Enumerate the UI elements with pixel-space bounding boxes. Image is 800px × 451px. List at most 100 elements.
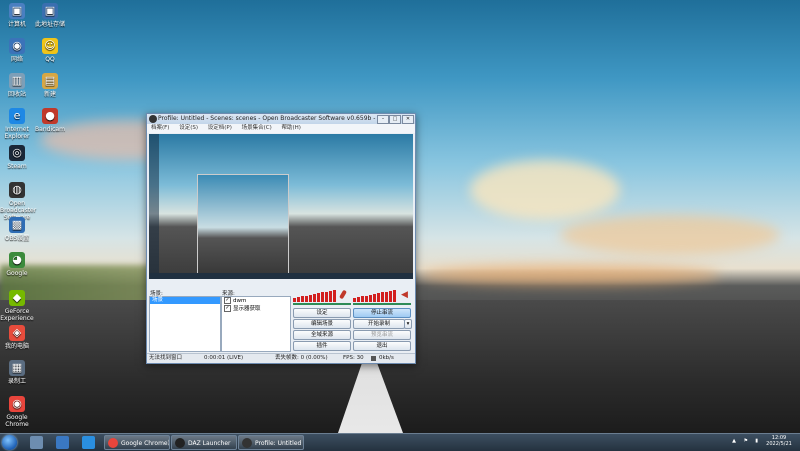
tray-network-icon[interactable]: ▮ [755,438,758,444]
scene-item[interactable]: 场景 [150,297,220,304]
status-time: 0:00:01 (LIVE) [204,355,244,361]
obs-titlebar[interactable]: Profile: Untitled - Scenes: scenes - Ope… [147,114,415,124]
meter-segment [317,293,320,302]
plugins-button[interactable]: 插件 [293,341,351,351]
stop-stream-button[interactable]: 停止串流 [353,308,411,318]
desktop-icon-label: 新建 [43,91,56,98]
cloud [420,265,720,285]
desktop-icon-glyph-icon: ◍ [9,182,25,198]
desktop-icon[interactable]: e Internet Explorer [0,108,34,140]
desktop-icon[interactable]: ◉ Google Chrome [0,396,34,428]
start-button[interactable] [2,435,17,450]
meter-segment [305,295,308,302]
desktop-icon-label: 此地址存储 [34,21,65,28]
status-message: 无法找到窗口 [149,355,183,361]
edit-scene-button[interactable]: 编辑场景 [293,319,351,329]
cloud [470,160,620,220]
obs-logo-icon [149,115,157,123]
desktop-icon[interactable]: ◆ GeForce Experience [0,290,34,322]
desktop-icon-glyph-icon: ☺ [42,38,58,54]
clock[interactable]: 12:09 2022/5/21 [762,435,796,447]
meter-segment [357,297,360,302]
meter-segment [329,290,332,302]
menu-settings[interactable]: 设定(S) [179,125,198,131]
start-record-button[interactable]: 开始录制 [353,319,405,329]
checkbox-icon[interactable]: ✓ [224,305,231,312]
desktop-icon[interactable]: ▣ 计算机 [0,3,34,28]
record-dropdown-button[interactable]: ▾ [404,319,412,329]
checkbox-icon[interactable]: ✓ [224,297,231,304]
meter-segment [365,295,368,302]
global-sources-button[interactable]: 全域来源 [293,330,351,340]
obs-window[interactable]: Profile: Untitled - Scenes: scenes - Ope… [146,113,416,364]
desktop-icon-glyph-icon: ◆ [9,290,25,306]
desktop-icon-glyph-icon: ▦ [9,360,25,376]
desktop-icon[interactable]: ▤ 新建 [33,73,67,98]
desktop-icon-label: Google [6,270,28,277]
desktop-icon[interactable]: ◈ 我的电脑 [0,325,34,350]
taskbar: Google Chrome浏览器 DAZ Launcher Profile: Unt… [0,433,800,451]
ie-pin-icon[interactable] [82,436,95,449]
meter-segment [333,290,336,302]
menu-file[interactable]: 档案(F) [151,125,169,131]
scenes-list[interactable]: 场景 [149,296,221,352]
exit-button[interactable]: 退出 [353,341,411,351]
task-label: DAZ Launcher [188,440,231,447]
desktop-icon[interactable]: ◍Open Broadcaster Software [0,182,36,221]
desktop-icon[interactable]: ◎ Steam [0,145,34,170]
menu-scene-collection[interactable]: 场景集合(C) [242,125,272,131]
desktop-icon-glyph-icon: ◈ [9,325,25,341]
preview-stream-button[interactable]: 预览串流 [353,330,411,340]
status-fps: FPS: 30 [343,355,364,361]
desktop-icon-label: Bandicam [35,126,65,133]
tray-arrow-icon[interactable]: ▲ [732,438,736,444]
task-label: Google Chrome浏览器 [121,440,169,447]
meter-segment [309,294,312,302]
meter-segment [377,293,380,302]
desktop-icon-glyph-icon: ▣ [9,3,25,19]
tray-flag-icon[interactable]: ⚑ [744,438,748,444]
desktop-icon[interactable]: ◕ Google [0,252,34,277]
meter-segment [385,291,388,302]
speaker-icon[interactable]: ◀ [401,291,408,300]
source-item-monitor[interactable]: ✓ 显示器获取 [222,305,290,313]
obs-title: Profile: Untitled - Scenes: scenes - Ope… [158,115,393,122]
desktop-icon[interactable]: ● Bandicam [33,108,67,133]
preview-taskbar [149,273,413,279]
meter-segment [373,294,376,302]
desktop-icon[interactable]: ▩ OBS设置 [0,217,34,242]
stream-preview [149,134,413,279]
desktop-icon[interactable]: ◉ 网络 [0,38,34,63]
minimize-button[interactable]: – [377,115,389,124]
windows-pin-icon[interactable] [56,436,69,449]
volume-slider[interactable] [353,303,411,305]
status-live-indicator [371,356,376,361]
close-button[interactable]: ✕ [402,115,414,124]
taskbar-task[interactable]: DAZ Launcher [171,435,237,450]
menu-profiles[interactable]: 设定档(P) [208,125,232,131]
desktop-icon-glyph-icon: ◕ [9,252,25,268]
settings-button[interactable]: 设定 [293,308,351,318]
desktop-icon-label: 计算机 [7,21,26,28]
explorer-pin-icon[interactable] [30,436,43,449]
desktop-icon-label: Google Chrome [5,414,29,428]
cloud [560,215,780,255]
taskbar-task[interactable]: Google Chrome浏览器 [104,435,170,450]
volume-slider[interactable] [293,303,351,305]
source-item-dwm[interactable]: ✓ dwm [222,297,290,305]
desktop-icon[interactable]: ▣ 此地址存储 [33,3,67,28]
menu-help[interactable]: 帮助(H) [282,125,301,131]
meter-segment [325,291,328,302]
maximize-button[interactable]: □ [389,115,401,124]
clock-date: 2022/5/21 [766,441,792,447]
desktop-icon[interactable]: ☺ QQ [33,38,67,63]
desktop-icon[interactable]: ▦ 录制工 [0,360,34,385]
desktop-volume-meter[interactable] [353,290,405,302]
desktop-icon-glyph-icon: ▤ [42,73,58,89]
desktop-icon-glyph-icon: e [9,108,25,124]
desktop-icon[interactable]: ▥ 回收站 [0,73,34,98]
preview-nested-window [197,174,289,279]
meter-segment [297,297,300,302]
sources-list[interactable]: ✓ dwm ✓ 显示器获取 [221,296,291,352]
taskbar-task[interactable]: Profile: Untitled ... [238,435,304,450]
